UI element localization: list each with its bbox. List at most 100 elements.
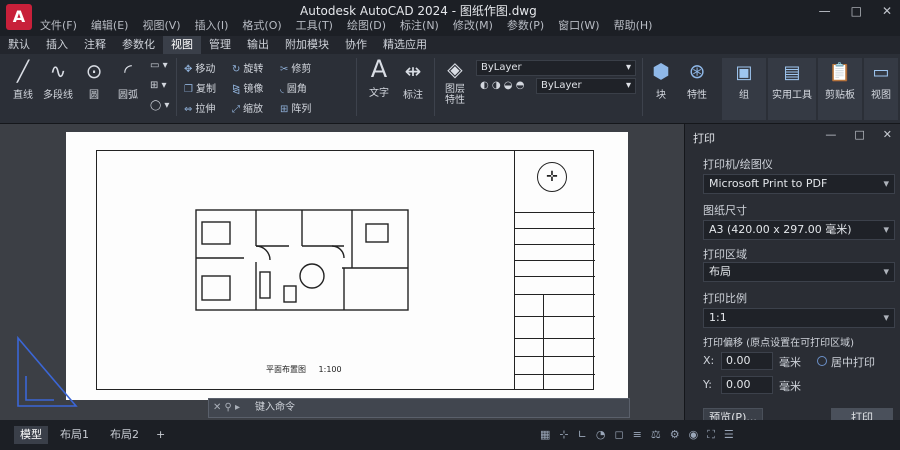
menu-dimension[interactable]: 标注(N)	[400, 17, 439, 33]
polyline-button[interactable]: ∿ 多段线	[40, 60, 76, 101]
copy-button[interactable]: ❐ 复制	[184, 80, 216, 95]
copy-icon: ❐	[184, 84, 193, 95]
tab-collaborate[interactable]: 协作	[337, 36, 375, 54]
menu-draw[interactable]: 绘图(D)	[347, 17, 386, 33]
osnap-icon[interactable]: ◻	[614, 428, 623, 442]
y-label: Y:	[703, 378, 712, 391]
command-tools-icon[interactable]: ✕ ⚲ ▸	[213, 399, 240, 417]
array-button[interactable]: ⊞ 阵列	[280, 100, 311, 115]
layer-tools[interactable]: ◐ ◑ ◒ ◓	[480, 80, 524, 91]
layer-state-icon: ◐ ◑ ◒ ◓	[480, 80, 525, 91]
isolate-icon[interactable]: ◉	[689, 428, 699, 442]
menu-edit[interactable]: 编辑(E)	[91, 17, 129, 33]
add-layout-button[interactable]: +	[150, 426, 171, 444]
x-offset-input[interactable]: 0.00	[721, 352, 773, 370]
tab-parametric[interactable]: 参数化	[114, 36, 163, 54]
tab-output[interactable]: 输出	[239, 36, 277, 54]
group-label: 组	[739, 90, 749, 101]
center-print-checkbox[interactable]	[817, 356, 827, 366]
rotate-label: 旋转	[243, 64, 264, 75]
workspace-icon[interactable]: ⚙	[670, 428, 680, 442]
polar-icon[interactable]: ◔	[596, 428, 606, 442]
lineweight-icon[interactable]: ≡	[633, 428, 642, 442]
command-line[interactable]: ✕ ⚲ ▸ 键入命令	[208, 398, 630, 418]
annotation-icon[interactable]: ⚖	[651, 428, 661, 442]
menu-format[interactable]: 格式(O)	[242, 17, 281, 33]
arc-button[interactable]: ◜ 圆弧	[114, 60, 142, 101]
tab-default[interactable]: 默认	[0, 36, 38, 54]
utilities-button[interactable]: ▤ 实用工具	[768, 58, 816, 120]
move-button[interactable]: ✥ 移动	[184, 60, 215, 75]
layer-dropdown[interactable]: ByLayer ▾	[476, 60, 636, 76]
maximize-icon[interactable]: □	[854, 128, 864, 141]
print-scale-select[interactable]: 1:1 ▾	[703, 308, 895, 328]
tab-featured-apps[interactable]: 精选应用	[375, 36, 435, 54]
title-block-row	[515, 338, 595, 356]
text-icon: A	[370, 55, 388, 83]
menu-view[interactable]: 视图(V)	[142, 17, 180, 33]
ribbon-separator	[176, 58, 177, 116]
menu-modify[interactable]: 修改(M)	[453, 17, 493, 33]
minimize-icon[interactable]: —	[825, 128, 836, 141]
layer-properties-button[interactable]: ◈ 图层 特性	[440, 58, 470, 106]
close-icon[interactable]: ✕	[882, 4, 892, 18]
group-button[interactable]: ▣ 组	[722, 58, 766, 120]
tab-manage[interactable]: 管理	[201, 36, 239, 54]
ellipse-icon: ◯ ▾	[150, 100, 170, 111]
rotate-button[interactable]: ↻ 旋转	[232, 60, 263, 75]
y-offset-input[interactable]: 0.00	[721, 376, 773, 394]
menu-help[interactable]: 帮助(H)	[614, 17, 653, 33]
menu-insert[interactable]: 插入(I)	[195, 17, 229, 33]
fullscreen-icon[interactable]: ⛶	[707, 428, 715, 442]
customize-icon[interactable]: ☰	[724, 428, 734, 442]
menu-tools[interactable]: 工具(T)	[296, 17, 333, 33]
tab-model[interactable]: 模型	[14, 426, 48, 444]
hatch-tool[interactable]: ⊞ ▾	[150, 80, 167, 91]
clipboard-icon: 📋	[828, 62, 852, 83]
snap-icon[interactable]: ⊹	[559, 428, 568, 442]
menu-window[interactable]: 窗口(W)	[558, 17, 599, 33]
mirror-button[interactable]: ⧎ 镜像	[232, 80, 263, 95]
block-button[interactable]: ⬢ 块	[648, 60, 674, 101]
color-dropdown[interactable]: ByLayer ▾	[536, 78, 636, 94]
print-area-select[interactable]: 布局 ▾	[703, 262, 895, 282]
minimize-icon[interactable]: —	[819, 4, 831, 18]
tab-annotate[interactable]: 注释	[76, 36, 114, 54]
circle-button[interactable]: ⊙ 圆	[82, 60, 106, 101]
grid-icon[interactable]: ▦	[540, 428, 550, 442]
clipboard-label: 剪贴板	[825, 90, 855, 101]
dimension-button[interactable]: ⇹ 标注	[398, 60, 428, 101]
properties-button[interactable]: ⊛ 特性	[680, 60, 714, 101]
title-block-row	[515, 212, 595, 228]
hatch-icon: ⊞ ▾	[150, 80, 167, 91]
view-button[interactable]: ▭ 视图	[864, 58, 898, 120]
status-bar: 模型 布局1 布局2 + ▦ ⊹ ∟ ◔ ◻ ≡ ⚖ ⚙ ◉ ⛶ ☰	[0, 420, 900, 450]
scale-button[interactable]: ⤢ 缩放	[232, 100, 263, 115]
properties-icon: ⊛	[688, 59, 706, 83]
stretch-button[interactable]: ⇔ 拉伸	[184, 100, 215, 115]
text-button[interactable]: A 文字	[364, 55, 394, 99]
clipboard-button[interactable]: 📋 剪贴板	[818, 58, 862, 120]
menu-file[interactable]: 文件(F)	[40, 17, 77, 33]
tab-addins[interactable]: 附加模块	[277, 36, 337, 54]
maximize-icon[interactable]: □	[851, 4, 862, 18]
autocad-logo-icon[interactable]: A	[6, 4, 32, 30]
line-button[interactable]: ╱ 直线	[8, 60, 38, 101]
draw-small-tools[interactable]: ▭ ▾	[150, 60, 168, 71]
command-input[interactable]: 键入命令	[255, 402, 295, 413]
ortho-icon[interactable]: ∟	[578, 428, 587, 442]
dimension-icon: ⇹	[404, 59, 422, 83]
printer-select[interactable]: Microsoft Print to PDF ▾	[703, 174, 895, 194]
paper-size-select[interactable]: A3 (420.00 x 297.00 毫米) ▾	[703, 220, 895, 240]
tab-layout1[interactable]: 布局1	[54, 426, 95, 444]
tab-view[interactable]: 视图	[163, 36, 201, 54]
menu-parametric[interactable]: 参数(P)	[507, 17, 544, 33]
ellipse-tool[interactable]: ◯ ▾	[150, 100, 169, 111]
tab-layout2[interactable]: 布局2	[104, 426, 145, 444]
close-icon[interactable]: ✕	[883, 128, 892, 141]
layers-icon: ◈	[447, 57, 463, 81]
fillet-button[interactable]: ◟ 圆角	[280, 80, 307, 95]
trim-button[interactable]: ✂ 修剪	[280, 60, 311, 75]
drawing-canvas[interactable]: ✛ 平面布置图 1:100	[0, 124, 684, 420]
tab-insert[interactable]: 插入	[38, 36, 76, 54]
